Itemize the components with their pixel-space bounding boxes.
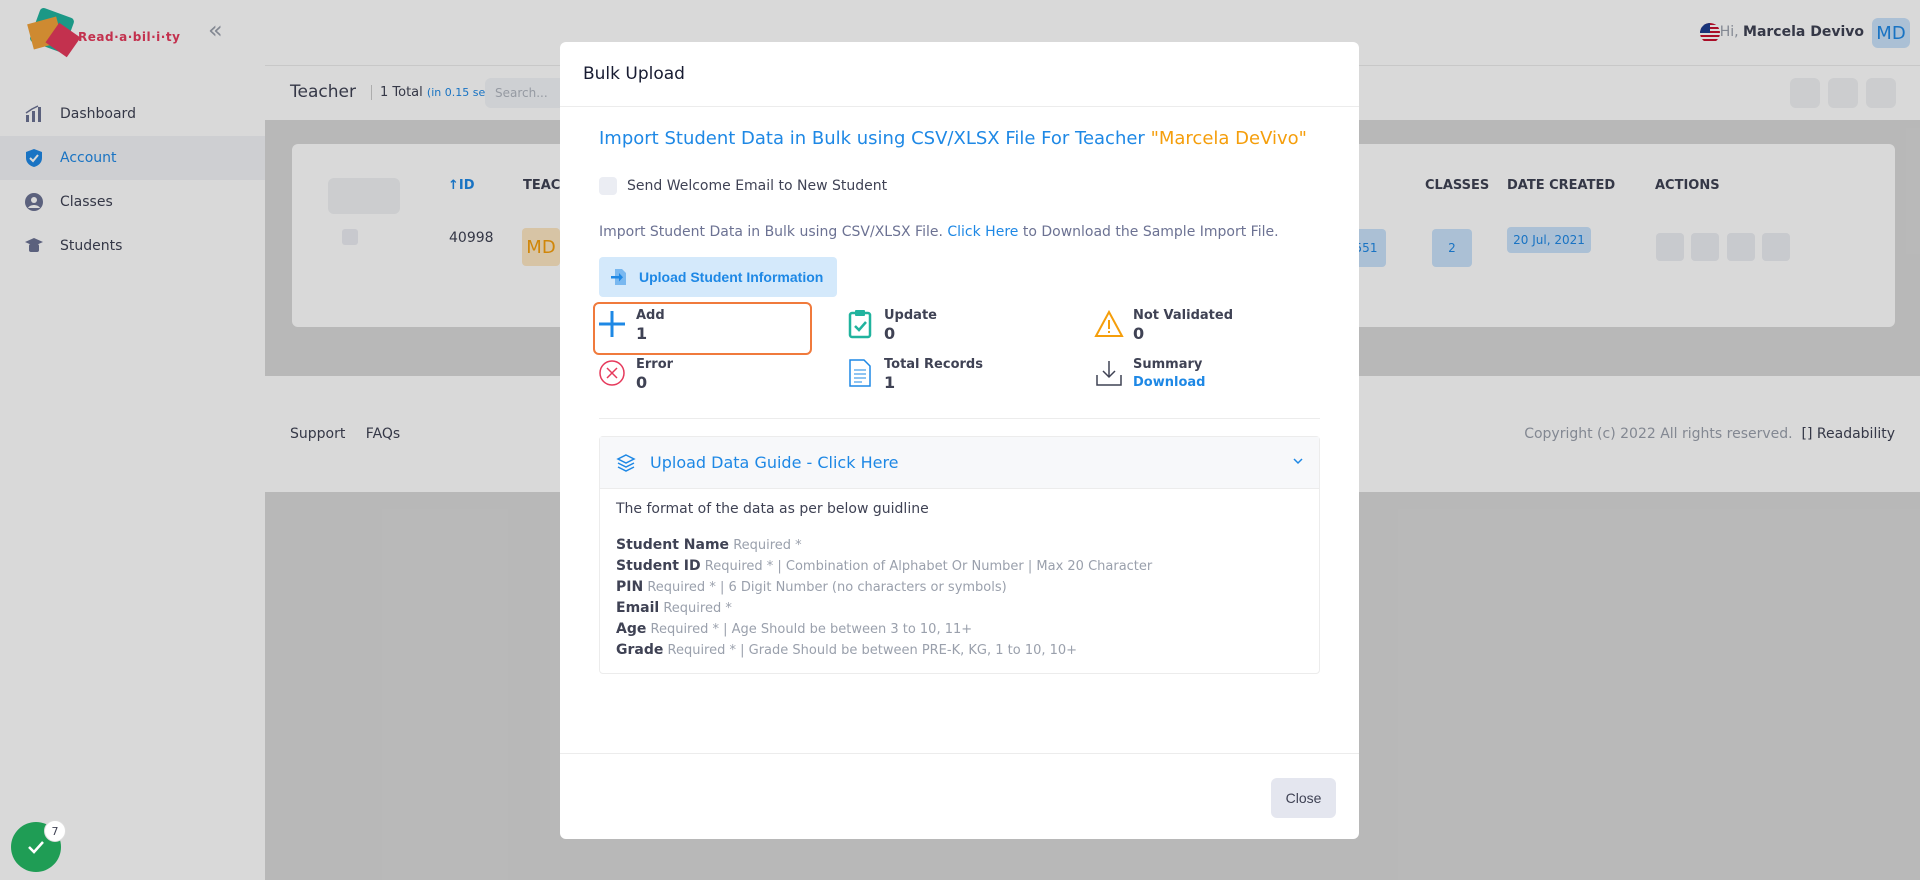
guide-body: The format of the data as per below guid… [600,489,1319,673]
rule-desc: Required * | Age Should be between 3 to … [650,622,973,637]
guide-rule: Age Required * | Age Should be between 3… [616,619,1303,640]
welcome-email-option[interactable]: Send Welcome Email to New Student [599,177,887,195]
rule-desc: Required * | Combination of Alphabet Or … [704,559,1153,574]
guide-title: Upload Data Guide - Click Here [650,453,899,472]
fab-count-badge: 7 [44,820,66,842]
guide-rule: PIN Required * | 6 Digit Number (no char… [616,577,1303,598]
upload-data-guide: Upload Data Guide - Click Here The forma… [599,436,1320,674]
rule-desc: Required * | 6 Digit Number (no characte… [647,580,1007,595]
rule-field: Grade [616,642,664,658]
rule-field: Student Name [616,537,730,553]
import-instructions: Import Student Data in Bulk using CSV/XL… [599,224,1279,240]
bulk-upload-modal: Bulk Upload Import Student Data in Bulk … [560,42,1359,839]
stat-add-value: 1 [636,324,648,343]
stat-add: Add 1 [596,308,665,344]
download-sample-link[interactable]: Click Here [947,224,1018,240]
stat-error-value: 0 [636,373,648,392]
download-icon [1093,357,1125,389]
warning-icon [1093,308,1125,340]
divider [599,418,1320,419]
rule-desc: Required * | Grade Should be between PRE… [667,643,1078,658]
stat-summary-label: Summary [1133,357,1203,372]
modal-title: Bulk Upload [560,42,1359,107]
layers-icon [616,453,636,472]
stat-error-label: Error [636,357,674,372]
upload-button-label: Upload Student Information [639,269,824,285]
guide-rule: Email Required * [616,598,1303,619]
rule-field: Student ID [616,558,701,574]
import-instructions-text: Import Student Data in Bulk using CSV/XL… [599,224,943,240]
rule-desc: Required * [663,601,732,616]
guide-rule: Student ID Required * | Combination of A… [616,556,1303,577]
modal-footer: Close [560,753,1359,839]
stat-not-validated: Not Validated 0 [1093,308,1233,344]
error-circle-icon [596,357,628,389]
stat-update-value: 0 [884,324,896,343]
rule-field: Age [616,621,647,637]
rule-desc: Required * [733,538,802,553]
stat-total-label: Total Records [884,357,983,372]
stat-not-validated-label: Not Validated [1133,308,1234,323]
chevron-down-icon [1293,458,1303,465]
stat-update-label: Update [884,308,937,323]
teacher-name: "Marcela DeVivo" [1150,128,1307,149]
stat-not-validated-value: 0 [1133,324,1145,343]
welcome-email-checkbox[interactable] [599,177,617,195]
stat-error: Error 0 [596,357,673,393]
import-instructions-suffix: to Download the Sample Import File. [1022,224,1279,240]
guide-rule: Grade Required * | Grade Should be betwe… [616,640,1303,661]
summary-download-link[interactable]: Download [1133,373,1205,393]
rule-field: PIN [616,579,644,595]
stat-total-records: Total Records 1 [844,357,983,393]
guide-accordion-header[interactable]: Upload Data Guide - Click Here [600,437,1319,489]
import-heading-text: Import Student Data in Bulk using CSV/XL… [599,128,1145,149]
close-button[interactable]: Close [1271,778,1336,818]
stat-total-value: 1 [884,373,896,392]
upload-student-information-button[interactable]: Upload Student Information [599,257,837,297]
guide-rule: Student Name Required * [616,535,1303,556]
document-icon [844,357,876,389]
stat-add-label: Add [636,308,665,323]
check-icon [28,841,44,854]
file-import-icon [611,269,626,285]
rule-field: Email [616,600,660,616]
import-heading: Import Student Data in Bulk using CSV/XL… [599,128,1307,149]
stat-update: Update 0 [844,308,937,344]
guide-intro: The format of the data as per below guid… [616,501,929,517]
clipboard-check-icon [844,308,876,340]
plus-icon [596,308,628,340]
stat-summary: Summary Download [1093,357,1205,393]
welcome-email-label: Send Welcome Email to New Student [627,178,888,194]
